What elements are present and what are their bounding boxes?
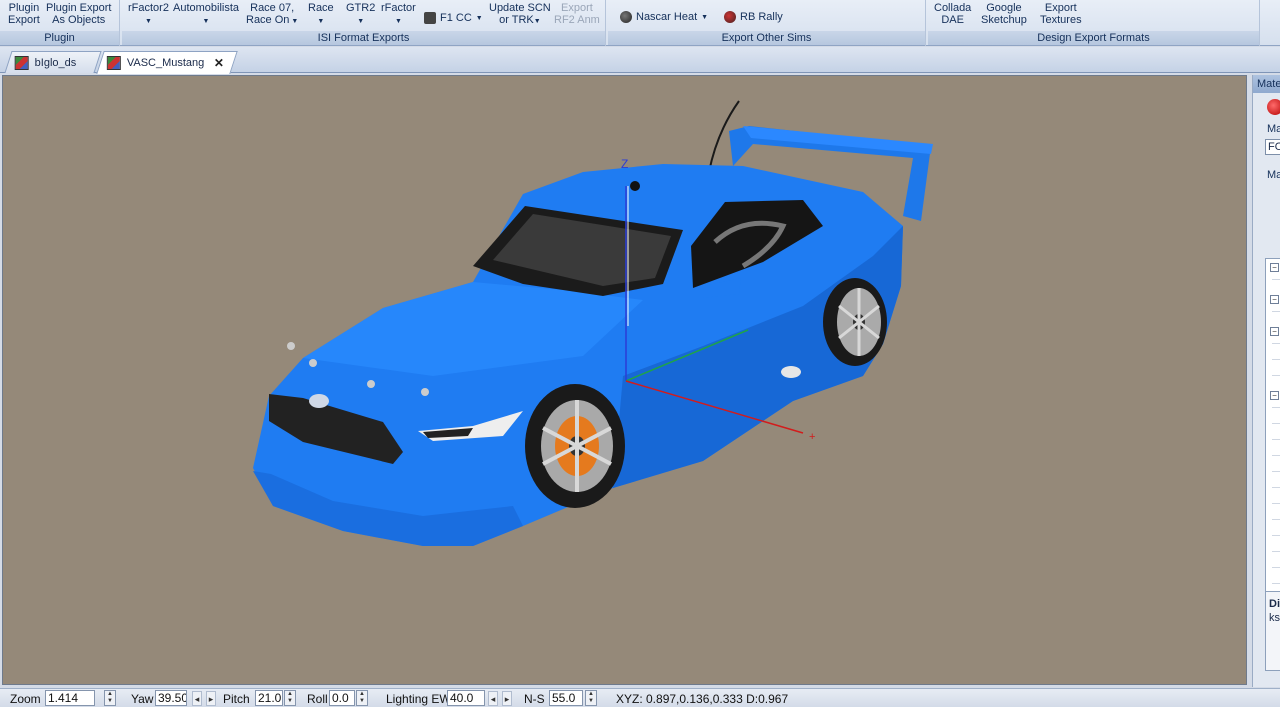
rfactor-button[interactable]: rFactor ▼ (381, 2, 416, 28)
ribbon-group-label-isi: ISI Format Exports (122, 31, 605, 45)
ribbon-toolbar: Plugin Export Plugin Export As Objects P… (0, 0, 1280, 46)
model-file-icon (106, 56, 121, 70)
rb-rally-button[interactable]: RB Rally (724, 11, 783, 23)
ribbon-group-isi: rFactor2 ▼ Automobilista ▼ Race 07, Race O… (122, 0, 606, 46)
xyz-readout: XYZ: 0.897,0.136,0.333 D:0.967 (616, 692, 789, 706)
close-icon[interactable]: ✕ (214, 56, 224, 70)
dropdown-caret-icon: ▼ (394, 18, 402, 25)
delete-material-icon[interactable] (1267, 99, 1280, 115)
info-title: Di (1269, 598, 1280, 610)
materials-panel: Mate Mat FO Mat − − − − Di ks (1252, 75, 1280, 687)
tab-label: bIglo_ds (34, 56, 77, 69)
nascar-heat-icon (620, 11, 632, 23)
status-bar: Zoom 1.414 ▲ ▼ Yaw 39.50 ◂ ▸ Pitch 21.0 ▲… (0, 688, 1280, 707)
rb-rally-icon (724, 11, 736, 23)
export-textures-button[interactable]: Export Textures (1040, 2, 1082, 26)
zoom-label: Zoom (10, 692, 41, 706)
f1cc-icon (424, 12, 436, 24)
ribbon-group-label-plugin: Plugin (0, 31, 119, 45)
lighting-ew-input[interactable]: 40.0 (447, 690, 485, 706)
svg-text:+: + (809, 431, 815, 443)
race-button[interactable]: Race ▼ (308, 2, 334, 28)
update-scn-trk-button[interactable]: Update SCN or TRK▼ (489, 2, 551, 28)
collapse-icon[interactable]: − (1270, 295, 1279, 304)
collada-dae-button[interactable]: Collada DAE (934, 2, 971, 26)
lighting-ew-right-arrow-icon[interactable]: ▸ (502, 691, 512, 706)
ribbon-group-design-export: Collada DAE Google Sketchup Export Textu… (928, 0, 1260, 46)
ns-spinner[interactable]: ▲ ▼ (585, 690, 597, 706)
material-info-box: Di ks (1265, 591, 1280, 671)
dropdown-caret-icon: ▼ (357, 18, 365, 25)
document-tab-bar: bIglo_ds VASC_Mustang ✕ (0, 47, 1280, 74)
tab-biglo-ds[interactable]: bIglo_ds (4, 51, 102, 73)
collapse-icon[interactable]: − (1270, 263, 1279, 272)
zoom-spinner[interactable]: ▲ ▼ (104, 690, 116, 706)
ns-label: N-S (524, 692, 545, 706)
lighting-ew-label: Lighting EW (386, 692, 451, 706)
car-render: Z + (253, 100, 933, 546)
f1cc-button[interactable]: F1 CC ▼ (424, 12, 483, 24)
dropdown-caret-icon: ▼ (475, 14, 483, 22)
pitch-spinner[interactable]: ▲ ▼ (284, 690, 296, 706)
ribbon-group-label-design-export: Design Export Formats (928, 31, 1259, 45)
automobilista-button[interactable]: Automobilista ▼ (173, 2, 239, 28)
ribbon-group-plugin: Plugin Export Plugin Export As Objects P… (0, 0, 120, 46)
race07-button[interactable]: Race 07, Race On ▼ (246, 2, 298, 28)
rfactor2-button[interactable]: rFactor2 ▼ (128, 2, 169, 28)
tab-vasc-mustang[interactable]: VASC_Mustang ✕ (96, 51, 238, 74)
yaw-label: Yaw (131, 692, 154, 706)
yaw-input[interactable]: 39.50 (155, 690, 187, 706)
3d-viewport[interactable]: Z + (2, 75, 1247, 685)
roll-label: Roll (307, 692, 328, 706)
lighting-ew-left-arrow-icon[interactable]: ◂ (488, 691, 498, 706)
yaw-right-arrow-icon[interactable]: ▸ (206, 691, 216, 706)
z-axis-label: Z (621, 157, 628, 171)
dropdown-caret-icon: ▼ (701, 13, 709, 21)
dropdown-caret-icon: ▼ (145, 18, 152, 25)
tab-label: VASC_Mustang (126, 57, 205, 69)
nascar-heat-button[interactable]: Nascar Heat ▼ (620, 11, 708, 23)
export-rf2-anm-button[interactable]: Export RF2 Anm (554, 2, 600, 26)
dropdown-caret-icon: ▼ (533, 18, 541, 25)
model-file-icon (14, 55, 29, 70)
collapse-icon[interactable]: − (1270, 327, 1279, 336)
gtr2-button[interactable]: GTR2 ▼ (346, 2, 375, 28)
ns-input[interactable]: 55.0 (549, 690, 583, 706)
pitch-input[interactable]: 21.0 (255, 690, 283, 706)
roll-spinner[interactable]: ▲ ▼ (356, 690, 368, 706)
zoom-input[interactable]: 1.414 (45, 690, 95, 706)
plugin-export-button[interactable]: Plugin Export (8, 2, 40, 26)
collapse-icon[interactable]: − (1270, 391, 1279, 400)
google-sketchup-button[interactable]: Google Sketchup (981, 2, 1027, 26)
material-name-field[interactable]: FO (1265, 139, 1280, 155)
dropdown-caret-icon: ▼ (202, 18, 210, 25)
info-text: ks (1269, 612, 1280, 624)
dropdown-caret-icon: ▼ (289, 18, 299, 25)
ribbon-group-other-sims: Nascar Heat ▼ RB Rally Export Other Sims (608, 0, 926, 46)
ribbon-group-label-other-sims: Export Other Sims (608, 31, 925, 45)
material-list-label: Mat (1267, 169, 1280, 181)
dropdown-caret-icon: ▼ (317, 18, 325, 25)
plugin-export-as-objects-button[interactable]: Plugin Export As Objects (46, 2, 111, 26)
material-label: Mat (1267, 123, 1280, 135)
pitch-label: Pitch (223, 692, 250, 706)
yaw-left-arrow-icon[interactable]: ◂ (192, 691, 202, 706)
panel-title: Mate (1253, 75, 1280, 93)
roll-input[interactable]: 0.0 (329, 690, 355, 706)
